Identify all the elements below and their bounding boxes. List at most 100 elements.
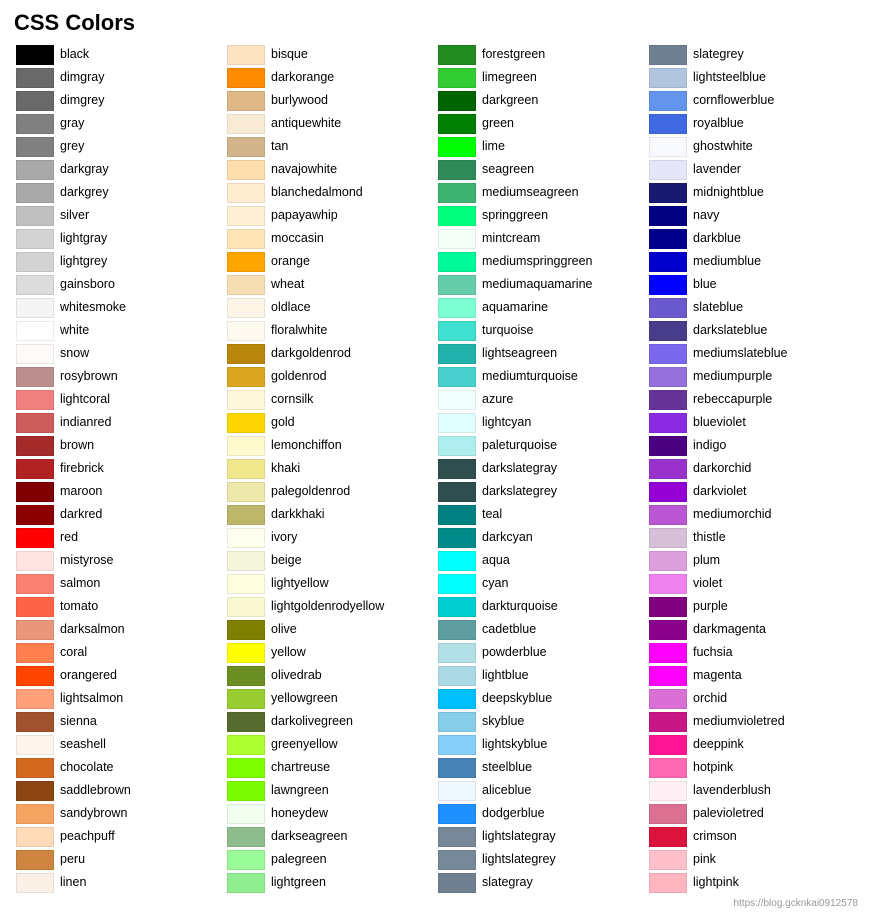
color-name-label: sandybrown [60,805,127,823]
color-name-label: bisque [271,46,308,64]
color-name-label: peachpuff [60,828,115,846]
color-name-label: firebrick [60,460,104,478]
color-item: springgreen [436,205,647,227]
color-swatch [438,114,476,134]
color-swatch [649,160,687,180]
color-name-label: pink [693,851,716,869]
color-item: firebrick [14,458,225,480]
color-name-label: burlywood [271,92,328,110]
color-name-label: darkorange [271,69,334,87]
color-item: hotpink [647,757,858,779]
color-swatch [227,873,265,893]
color-name-label: ghostwhite [693,138,753,156]
color-item: mediumseagreen [436,182,647,204]
color-name-label: turquoise [482,322,533,340]
color-name-label: darkgoldenrod [271,345,351,363]
color-swatch [438,183,476,203]
color-name-label: darkred [60,506,102,524]
color-column-2: forestgreenlimegreendarkgreengreenlimese… [436,44,647,894]
color-item: ivory [225,527,436,549]
color-name-label: snow [60,345,89,363]
color-swatch [16,689,54,709]
color-item: deeppink [647,734,858,756]
color-item: mediumpurple [647,366,858,388]
color-name-label: lightcyan [482,414,531,432]
color-name-label: grey [60,138,84,156]
color-swatch [16,321,54,341]
color-swatch [438,666,476,686]
color-swatch [227,252,265,272]
color-swatch [16,482,54,502]
color-name-label: blueviolet [693,414,746,432]
color-swatch [227,482,265,502]
color-item: oldlace [225,297,436,319]
color-name-label: steelblue [482,759,532,777]
color-item: mediumblue [647,251,858,273]
color-item: steelblue [436,757,647,779]
color-swatch [227,827,265,847]
color-swatch [438,206,476,226]
color-name-label: sienna [60,713,97,731]
color-name-label: blanchedalmond [271,184,363,202]
color-name-label: deeppink [693,736,744,754]
color-item: lavenderblush [647,780,858,802]
color-swatch [438,45,476,65]
color-name-label: skyblue [482,713,524,731]
color-swatch [16,758,54,778]
color-name-label: brown [60,437,94,455]
color-item: indianred [14,412,225,434]
color-item: fuchsia [647,642,858,664]
color-name-label: orchid [693,690,727,708]
color-item: lightcyan [436,412,647,434]
color-swatch [16,459,54,479]
color-swatch [16,551,54,571]
color-item: lavender [647,159,858,181]
color-item: lightslategrey [436,849,647,871]
color-swatch [649,275,687,295]
color-swatch [16,45,54,65]
color-item: aliceblue [436,780,647,802]
color-name-label: lightpink [693,874,739,892]
color-swatch [16,574,54,594]
color-name-label: mediumslateblue [693,345,788,363]
color-name-label: darkmagenta [693,621,766,639]
color-name-label: gold [271,414,295,432]
color-item: saddlebrown [14,780,225,802]
color-item: paleturquoise [436,435,647,457]
color-swatch [227,850,265,870]
color-item: azure [436,389,647,411]
color-item: lightyellow [225,573,436,595]
color-name-label: azure [482,391,513,409]
color-name-label: palegoldenrod [271,483,350,501]
color-swatch [227,689,265,709]
color-name-label: lightsalmon [60,690,123,708]
color-item: wheat [225,274,436,296]
color-swatch [438,689,476,709]
color-item: honeydew [225,803,436,825]
color-name-label: lightslategrey [482,851,556,869]
color-name-label: blue [693,276,717,294]
color-swatch [16,344,54,364]
color-name-label: rosybrown [60,368,118,386]
color-item: silver [14,205,225,227]
color-name-label: tan [271,138,288,156]
color-item: mediumorchid [647,504,858,526]
color-item: lawngreen [225,780,436,802]
color-swatch [227,781,265,801]
color-swatch [649,758,687,778]
color-swatch [16,91,54,111]
color-item: violet [647,573,858,595]
color-name-label: aqua [482,552,510,570]
color-item: rosybrown [14,366,225,388]
color-swatch [438,390,476,410]
color-name-label: lawngreen [271,782,329,800]
color-swatch [438,367,476,387]
color-swatch [16,643,54,663]
color-swatch [438,321,476,341]
color-name-label: darkseagreen [271,828,347,846]
color-swatch [649,183,687,203]
color-name-label: chocolate [60,759,114,777]
color-name-label: darkorchid [693,460,751,478]
color-name-label: magenta [693,667,742,685]
color-item: lightslategray [436,826,647,848]
